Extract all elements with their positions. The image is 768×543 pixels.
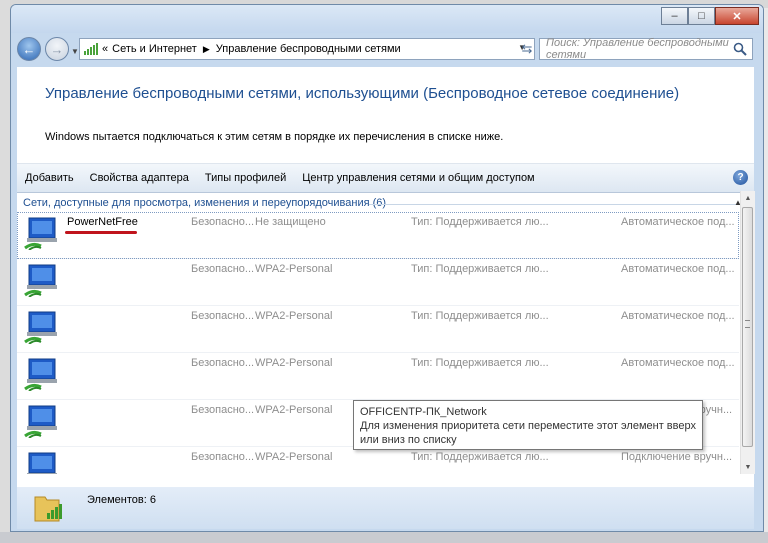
search-icon[interactable] [733,42,747,56]
connection-mode: Автоматическое под... [621,357,735,369]
security-label: Безопасно... [191,357,255,369]
navigation-bar: ← → ▼ « Сеть и Интернет ▶ Управление бес… [11,35,763,65]
title-bar: – □ ✕ [11,5,763,33]
search-input[interactable]: Поиск: Управление беспроводными сетями [539,37,753,61]
taskbar-strip [0,532,768,543]
forward-button[interactable]: → [45,37,69,61]
security-type: WPA2-Personal [255,451,333,463]
history-dropdown-icon[interactable]: ▼ [71,47,79,56]
vertical-scrollbar[interactable]: ▲ ▼ [740,191,755,474]
security-label: Безопасно... [191,216,255,228]
minimize-button[interactable]: – [661,7,688,25]
refresh-icon[interactable]: ⇆ [517,38,537,60]
scroll-grip-icon [745,320,750,328]
breadcrumb-wireless-networks[interactable]: Управление беспроводными сетями [216,43,401,55]
network-row[interactable]: PowerNetFree Безопасно... Не защищено Тип: … [17,212,739,259]
group-divider [369,204,737,205]
maximize-button[interactable]: □ [688,7,715,25]
connection-mode: Подключение вручн... [621,451,733,463]
connection-mode: Автоматическое под... [621,263,735,275]
tooltip-title: OFFICENTP-ПК_Network [360,406,487,418]
network-type: Тип: Поддерживается лю... [411,357,549,369]
security-type: WPA2-Personal [255,263,333,275]
window-controls: – □ ✕ [661,7,759,25]
scroll-down-icon[interactable]: ▼ [741,460,755,474]
network-row[interactable]: Безопасно...WPA2-Personal Тип: Поддержива… [17,447,739,474]
security-type: Не защищено [255,216,326,228]
item-count: Элементов: 6 [87,494,156,506]
wireless-folder-icon [34,496,62,522]
breadcrumb-network-internet[interactable]: Сеть и Интернет [112,43,197,55]
network-type: Тип: Поддерживается лю... [411,310,549,322]
wireless-network-icon [27,452,57,474]
security-label: Безопасно... [191,451,255,463]
scroll-up-icon[interactable]: ▲ [741,191,755,205]
security-type: WPA2-Personal [255,357,333,369]
tooltip-text: Для изменения приоритета сети переместит… [360,420,696,446]
security-type: WPA2-Personal [255,404,333,416]
add-button[interactable]: Добавить [17,172,82,184]
help-icon[interactable]: ? [733,170,748,185]
network-type: Тип: Поддерживается лю... [411,451,549,463]
wireless-network-icon [24,217,57,250]
security-label: Безопасно... [191,404,255,416]
security-label: Безопасно... [191,263,255,275]
address-bar[interactable]: « Сеть и Интернет ▶ Управление беспровод… [79,38,535,60]
close-button[interactable]: ✕ [715,7,759,25]
wireless-network-icon [24,264,57,297]
group-header[interactable]: Сети, доступные для просмотра, изменения… [23,197,743,209]
network-type: Тип: Поддерживается лю... [411,216,549,228]
profile-types-button[interactable]: Типы профилей [197,172,294,184]
network-center-button[interactable]: Центр управления сетями и общим доступом [294,172,542,184]
content-pane: Управление беспроводными сетями, использ… [17,67,755,487]
explorer-window: – □ ✕ ← → ▼ « Сеть и Интернет ▶ Управлен… [10,4,764,532]
breadcrumb-separator-icon[interactable]: ▶ [203,44,210,55]
desktop-left-strip [0,0,10,543]
tooltip: OFFICENTP-ПК_Network Для изменения приор… [353,400,703,450]
page-title: Управление беспроводными сетями, использ… [45,85,680,102]
scroll-thumb[interactable] [742,207,753,447]
connection-mode: Автоматическое под... [621,216,735,228]
network-name: PowerNetFree [67,216,138,228]
security-type: WPA2-Personal [255,310,333,322]
details-pane: Элементов: 6 [17,487,754,529]
highlight-underline [65,231,137,234]
back-button[interactable]: ← [17,37,41,61]
network-signal-icon [84,43,98,55]
network-row[interactable]: Безопасно...WPA2-Personal Тип: Поддержива… [17,259,739,306]
network-row[interactable]: Безопасно...WPA2-Personal Тип: Поддержива… [17,306,739,353]
wireless-network-icon [24,311,57,344]
command-bar: Добавить Свойства адаптера Типы профилей… [17,163,754,193]
connection-mode: Автоматическое под... [621,310,735,322]
breadcrumb-overflow[interactable]: « [102,43,108,55]
wireless-network-icon [24,405,57,438]
wireless-network-icon [24,358,57,391]
search-placeholder: Поиск: Управление беспроводными сетями [546,37,729,61]
network-type: Тип: Поддерживается лю... [411,263,549,275]
adapter-properties-button[interactable]: Свойства адаптера [82,172,197,184]
page-description: Windows пытается подключаться к этим сет… [45,131,504,143]
security-label: Безопасно... [191,310,255,322]
network-row[interactable]: Безопасно...WPA2-Personal Тип: Поддержива… [17,353,739,400]
